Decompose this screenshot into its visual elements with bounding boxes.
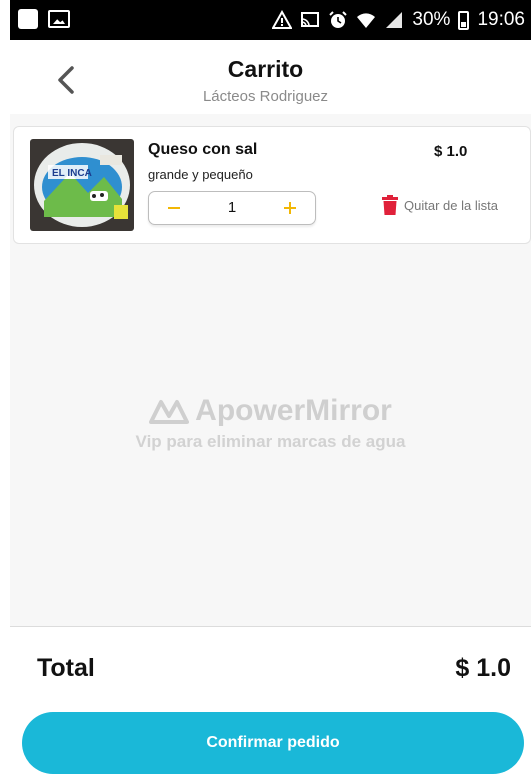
clock: 19:06 — [477, 9, 525, 30]
watermark-subtitle: Vip para eliminar marcas de agua — [135, 432, 406, 451]
warning-icon — [272, 10, 293, 29]
divider — [10, 626, 531, 627]
battery-icon — [458, 10, 470, 30]
status-bar: 30% 19:06 — [10, 0, 531, 40]
increment-button[interactable] — [275, 194, 305, 222]
quantity-stepper: 1 — [148, 191, 316, 225]
cast-icon — [301, 12, 320, 27]
item-name: Queso con sal — [148, 141, 258, 158]
total-label: Total — [37, 654, 95, 682]
battery-percent: 30% — [412, 9, 451, 30]
remove-item-button[interactable]: Quitar de la lista — [382, 195, 498, 215]
page-title: Carrito — [227, 56, 304, 82]
minus-icon — [168, 207, 180, 209]
apowermirror-logo-icon — [149, 400, 190, 424]
confirm-order-button[interactable]: Confirmar pedido — [22, 712, 524, 774]
plus-icon — [284, 202, 296, 214]
gallery-icon — [48, 10, 70, 28]
cart-content: EL INCA Queso con sal grande y pequeño $… — [10, 114, 531, 626]
product-image: EL INCA — [30, 139, 134, 231]
quantity-value: 1 — [227, 199, 237, 216]
cart-item-card: EL INCA Queso con sal grande y pequeño $… — [13, 126, 531, 244]
trash-icon — [382, 195, 398, 215]
alarm-icon — [329, 11, 348, 28]
remove-label: Quitar de la lista — [404, 197, 498, 213]
wifi-icon — [357, 13, 376, 28]
decrement-button[interactable] — [159, 194, 189, 222]
signal-icon — [386, 12, 403, 28]
item-price: $ 1.0 — [434, 143, 468, 160]
watermark-brand: ApowerMirror — [195, 394, 392, 427]
store-name: Lácteos Rodriguez — [202, 88, 329, 105]
total-value: $ 1.0 — [455, 654, 511, 682]
watermark: ApowerMirror Vip para eliminar marcas de… — [10, 394, 531, 452]
svg-text:EL INCA: EL INCA — [52, 168, 92, 179]
notification-square-icon — [18, 9, 38, 29]
item-description: grande y pequeño — [148, 167, 253, 182]
